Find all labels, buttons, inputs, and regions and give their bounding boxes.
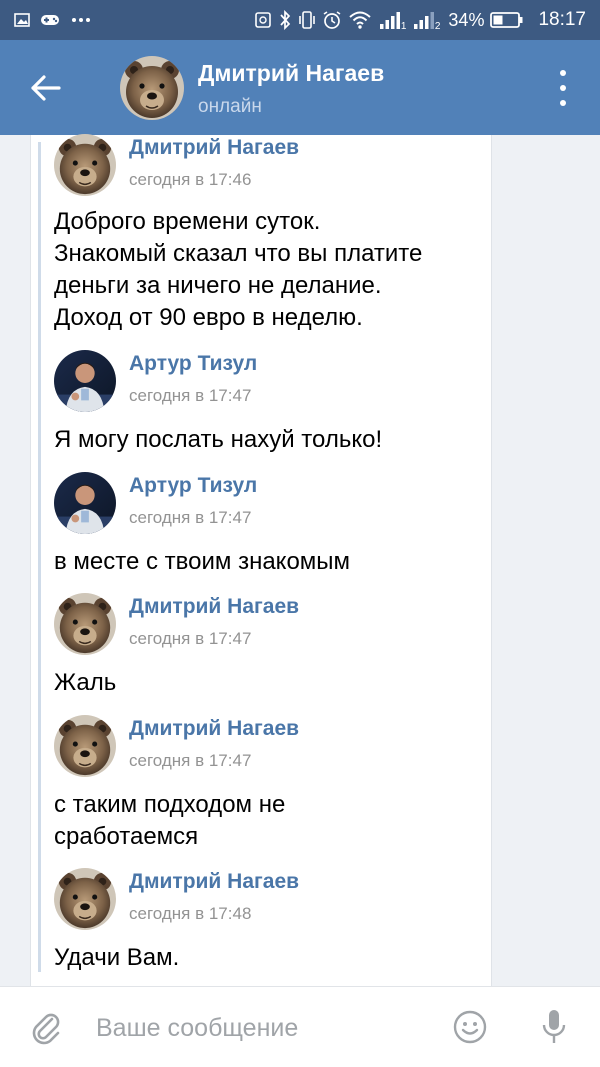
microphone-icon	[542, 1010, 566, 1043]
bear-avatar-image	[54, 593, 116, 655]
message-text: Удачи Вам.	[54, 944, 180, 971]
dot	[560, 85, 566, 91]
message-text: в месте с твоим знакомым	[54, 548, 351, 575]
vibrate-icon	[299, 11, 316, 29]
back-button[interactable]	[24, 66, 68, 110]
person-avatar-image	[54, 472, 116, 534]
alarm-icon	[323, 11, 341, 29]
avatar[interactable]	[120, 56, 184, 120]
message-author[interactable]: Дмитрий Нагаев	[129, 136, 299, 160]
message-time: сегодня в 17:46	[129, 170, 252, 189]
message-author[interactable]: Артур Тизул	[129, 474, 257, 498]
bear-avatar-image	[54, 868, 116, 930]
message-input[interactable]	[94, 1005, 428, 1051]
person-avatar-image	[54, 350, 116, 412]
avatar[interactable]	[54, 593, 116, 655]
gamepad-icon	[41, 15, 59, 25]
message-text: Я могу послать нахуй только!	[54, 426, 383, 453]
sim1-label: 1	[400, 21, 407, 32]
attach-button[interactable]	[28, 1009, 64, 1045]
contact-name[interactable]: Дмитрий Нагаев	[198, 60, 384, 87]
paperclip-icon	[32, 1013, 60, 1045]
message-author[interactable]: Артур Тизул	[129, 352, 257, 376]
more-notifications-icon	[72, 18, 90, 22]
avatar[interactable]	[54, 134, 116, 196]
chat-header: Дмитрий Нагаев онлайн	[0, 40, 600, 135]
more-options-button[interactable]	[548, 70, 578, 106]
message-time: сегодня в 17:47	[129, 508, 252, 527]
bear-avatar-image	[120, 56, 184, 120]
message-author[interactable]: Дмитрий Нагаев	[129, 870, 299, 894]
voice-message-button[interactable]	[536, 1007, 572, 1047]
arrow-left-icon	[31, 75, 61, 101]
bear-avatar-image	[54, 134, 116, 196]
signal-2-icon	[414, 12, 435, 29]
wifi-icon	[349, 11, 372, 29]
avatar[interactable]	[54, 472, 116, 534]
bear-avatar-image	[54, 715, 116, 777]
sim2-label: 2	[434, 21, 441, 32]
message-time: сегодня в 17:48	[129, 904, 252, 923]
bluetooth-icon	[280, 10, 291, 30]
avatar[interactable]	[54, 868, 116, 930]
status-bar: 1 2 34% 18:17	[0, 0, 600, 40]
signal-1-icon	[380, 12, 401, 29]
battery-icon	[490, 12, 523, 28]
quote-bar	[38, 142, 41, 972]
message-time: сегодня в 17:47	[129, 386, 252, 405]
avatar[interactable]	[54, 350, 116, 412]
message-author[interactable]: Дмитрий Нагаев	[129, 595, 299, 619]
message-text: Жаль	[54, 669, 117, 696]
message-text: с таким подходом не сработаемся	[54, 791, 286, 850]
image-icon	[14, 13, 30, 27]
message-text: Доброго времени суток. Знакомый сказал ч…	[54, 208, 423, 331]
contact-status: онлайн	[198, 96, 262, 117]
message-time: сегодня в 17:47	[129, 629, 252, 648]
smile-icon	[453, 1010, 487, 1044]
message-composer	[0, 986, 600, 1067]
avatar[interactable]	[54, 715, 116, 777]
message-time: сегодня в 17:47	[129, 751, 252, 770]
dot	[560, 70, 566, 76]
dot	[560, 100, 566, 106]
message-author[interactable]: Дмитрий Нагаев	[129, 717, 299, 741]
clock: 18:17	[538, 9, 586, 30]
emoji-button[interactable]	[452, 1009, 488, 1045]
battery-percent: 34%	[448, 9, 485, 30]
nfc-icon	[255, 12, 272, 28]
